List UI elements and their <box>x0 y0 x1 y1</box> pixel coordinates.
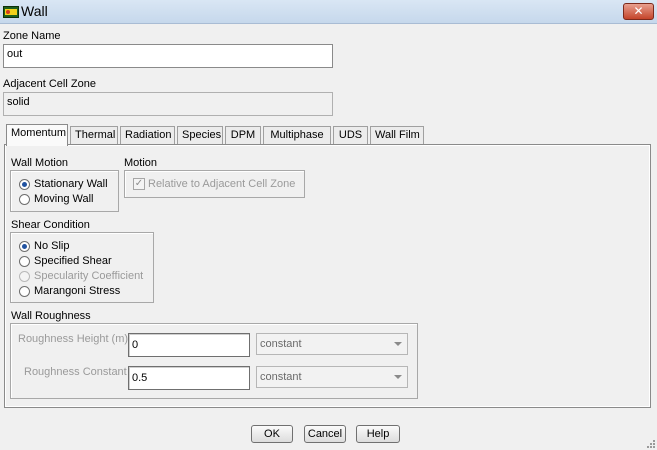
radio-indicator <box>19 241 30 252</box>
radio-label: Specified Shear <box>34 255 112 267</box>
tab-dpm[interactable]: DPM <box>225 126 261 145</box>
tab-wall-film[interactable]: Wall Film <box>370 126 424 145</box>
title-bar: Wall ✕ <box>0 0 657 24</box>
zone-name-input[interactable]: out <box>3 44 333 68</box>
roughness-height-method-select[interactable]: constant <box>256 333 408 355</box>
help-button[interactable]: Help <box>356 425 400 443</box>
chevron-down-icon <box>394 342 402 346</box>
tab-uds[interactable]: UDS <box>333 126 368 145</box>
adjacent-cell-zone-label: Adjacent Cell Zone <box>3 78 96 90</box>
ok-button[interactable]: OK <box>251 425 293 443</box>
radio-label: Moving Wall <box>34 193 94 205</box>
relative-to-adjacent-label: Relative to Adjacent Cell Zone <box>148 178 296 190</box>
roughness-height-label: Roughness Height (m) <box>18 333 129 345</box>
cancel-button[interactable]: Cancel <box>304 425 346 443</box>
tab-thermal[interactable]: Thermal <box>70 126 118 145</box>
checkbox-relative-to-adjacent[interactable]: ✓ <box>133 178 145 190</box>
radio-indicator <box>19 286 30 297</box>
radio-indicator <box>19 256 30 267</box>
resize-grip-icon[interactable] <box>644 437 656 449</box>
app-icon <box>3 6 19 18</box>
select-value: constant <box>260 371 302 383</box>
radio-label: No Slip <box>34 240 70 252</box>
chevron-down-icon <box>394 375 402 379</box>
roughness-height-input[interactable]: 0 <box>128 333 250 357</box>
motion-label: Motion <box>124 157 158 169</box>
select-value: constant <box>260 338 302 350</box>
radio-indicator <box>19 179 30 190</box>
zone-name-label: Zone Name <box>3 30 61 42</box>
radio-indicator <box>19 194 30 205</box>
radio-label: Specularity Coefficient <box>34 270 144 282</box>
wall-motion-label: Wall Motion <box>11 157 69 169</box>
close-button[interactable]: ✕ <box>623 3 654 20</box>
wall-motion-group <box>10 170 119 212</box>
roughness-constant-method-select[interactable]: constant <box>256 366 408 388</box>
radio-label: Stationary Wall <box>34 178 108 190</box>
tab-multiphase[interactable]: Multiphase <box>263 126 331 145</box>
window-title: Wall <box>21 3 48 19</box>
tab-radiation[interactable]: Radiation <box>120 126 175 145</box>
radio-label: Marangoni Stress <box>34 285 121 297</box>
roughness-constant-input[interactable]: 0.5 <box>128 366 250 390</box>
tab-momentum[interactable]: Momentum <box>6 124 68 146</box>
wall-roughness-label: Wall Roughness <box>11 310 91 322</box>
adjacent-cell-zone-field: solid <box>3 92 333 116</box>
shear-condition-label: Shear Condition <box>11 219 90 231</box>
radio-indicator <box>19 271 30 282</box>
tab-species[interactable]: Species <box>177 126 223 145</box>
roughness-constant-label: Roughness Constant <box>24 366 127 378</box>
